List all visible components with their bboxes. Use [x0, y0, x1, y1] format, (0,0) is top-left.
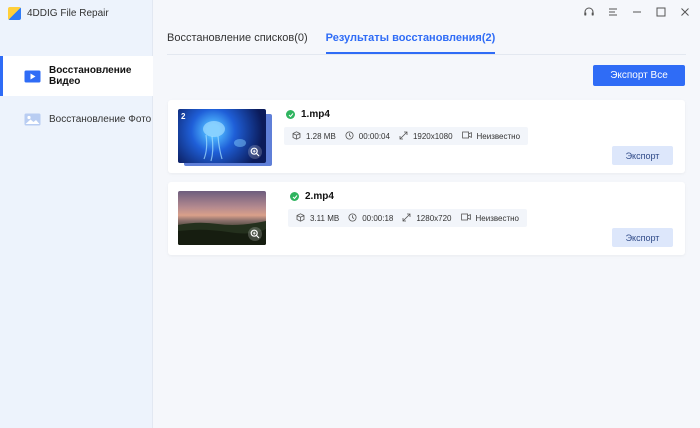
file-card: 2.mp4 3.11 MB 00:00:18 1280x720 Неизвест… — [168, 182, 685, 255]
tab-recovery-results[interactable]: Результаты восстановления(2) — [325, 32, 496, 54]
menu-icon[interactable] — [606, 5, 620, 19]
tab-divider — [167, 54, 686, 55]
file-size: 1.28 MB — [306, 131, 336, 141]
sidebar-item-photo-repair[interactable]: Восстановление Фото — [0, 99, 153, 139]
success-check-icon — [286, 110, 295, 119]
file-codec: Неизвестно — [475, 213, 520, 223]
file-size: 3.11 MB — [310, 213, 340, 223]
codec-item: Неизвестно — [460, 213, 520, 223]
app-title: 4DDIG File Repair — [8, 7, 109, 20]
codec-item: Неизвестно — [461, 131, 521, 141]
file-resolution: 1280x720 — [416, 213, 452, 223]
window-controls — [582, 5, 692, 19]
file-name: 2.mp4 — [290, 191, 334, 202]
resolution-item: 1920x1080 — [399, 131, 453, 142]
zoom-icon[interactable] — [248, 227, 262, 241]
sidebar-item-video-repair[interactable]: Восстановление Видео — [0, 56, 153, 96]
main-panel: Восстановление списков(0) Результаты вос… — [153, 0, 700, 428]
resize-icon — [399, 131, 408, 142]
resize-icon — [402, 213, 411, 224]
file-duration: 00:00:04 — [358, 131, 390, 141]
success-check-icon — [290, 192, 299, 201]
file-metadata: 3.11 MB 00:00:18 1280x720 Неизвестно — [288, 209, 528, 227]
resolution-item: 1280x720 — [402, 213, 452, 224]
tab-bar: Восстановление списков(0) Результаты вос… — [167, 32, 496, 54]
video-thumbnail[interactable]: 2 — [178, 109, 266, 163]
duration-item: 00:00:18 — [348, 213, 393, 224]
file-name: 1.mp4 — [286, 109, 330, 120]
size-item: 3.11 MB — [296, 212, 340, 224]
box-icon — [292, 130, 301, 142]
app-title-text: 4DDIG File Repair — [27, 8, 109, 19]
close-icon[interactable] — [678, 5, 692, 19]
maximize-icon[interactable] — [654, 5, 668, 19]
photo-icon — [24, 113, 41, 126]
camera-icon — [460, 213, 471, 223]
file-duration: 00:00:18 — [362, 213, 394, 223]
sidebar-item-label: Восстановление Видео — [49, 65, 132, 87]
file-metadata: 1.28 MB 00:00:04 1920x1080 Неизвестно — [284, 127, 529, 145]
sidebar-item-label: Восстановление Фото — [49, 113, 152, 125]
clock-icon — [345, 131, 354, 142]
file-card: 2 1.mp4 1.28 MB 00:00:04 1920x1080 Неизв… — [168, 100, 685, 173]
camera-icon — [461, 131, 472, 141]
app-logo-icon — [8, 7, 21, 20]
export-button[interactable]: Экспорт — [612, 146, 673, 165]
export-button[interactable]: Экспорт — [612, 228, 673, 247]
file-name-text: 1.mp4 — [301, 109, 330, 120]
sidebar: 4DDIG File Repair Восстановление Видео В… — [0, 0, 153, 428]
headset-icon[interactable] — [582, 5, 596, 19]
size-item: 1.28 MB — [292, 130, 336, 142]
box-icon — [296, 212, 305, 224]
zoom-icon[interactable] — [248, 145, 262, 159]
thumbnail-count: 2 — [181, 112, 186, 121]
file-name-text: 2.mp4 — [305, 191, 334, 202]
export-all-button[interactable]: Экспорт Все — [593, 65, 685, 86]
duration-item: 00:00:04 — [345, 131, 390, 142]
file-resolution: 1920x1080 — [412, 131, 453, 141]
file-codec: Неизвестно — [476, 131, 521, 141]
clock-icon — [348, 213, 357, 224]
minimize-icon[interactable] — [630, 5, 644, 19]
tab-recovery-list[interactable]: Восстановление списков(0) — [167, 32, 308, 54]
video-thumbnail[interactable] — [178, 191, 266, 245]
video-icon — [24, 70, 41, 83]
